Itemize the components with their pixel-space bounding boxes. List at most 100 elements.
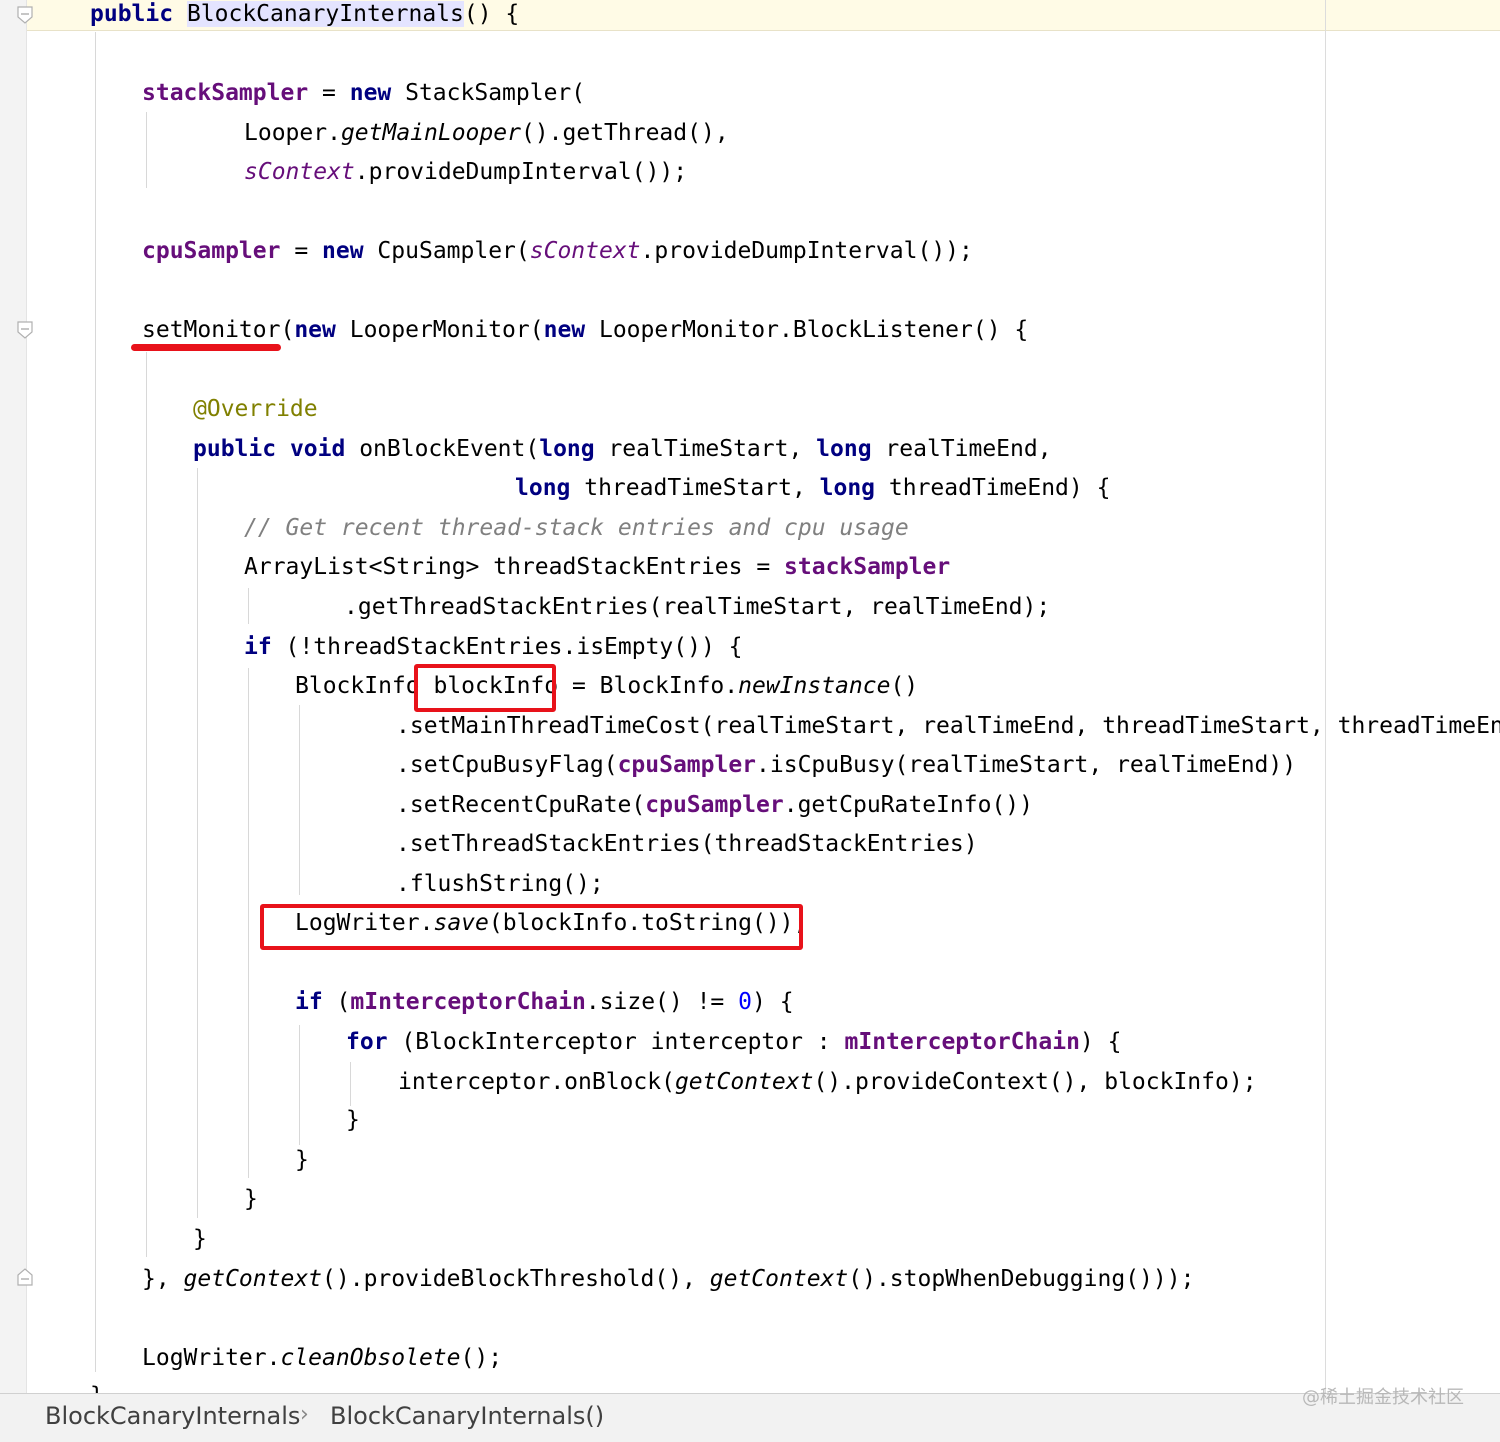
- keyword: if: [295, 989, 323, 1015]
- code-text: .getThreadStackEntries(realTimeStart, re…: [344, 594, 1051, 620]
- code-text: (: [322, 989, 351, 1015]
- code-text: realTimeEnd,: [871, 436, 1052, 462]
- code-line-close-brace: }: [244, 1181, 258, 1217]
- indent-guide: [146, 352, 147, 1257]
- code-text: = BlockInfo.: [558, 673, 739, 699]
- code-line: interceptor.onBlock(getContext().provide…: [398, 1064, 1257, 1100]
- code-text: Looper.: [244, 120, 341, 146]
- code-line: .flushString();: [396, 866, 604, 902]
- code-text: .setThreadStackEntries(threadStackEntrie…: [396, 831, 978, 857]
- code-text: ().getThread(),: [520, 120, 729, 146]
- method-call: getContext: [674, 1069, 814, 1095]
- fold-marker-icon[interactable]: [16, 321, 34, 339]
- indent-guide: [350, 1062, 351, 1106]
- code-text: ().provideContext(), blockInfo);: [813, 1069, 1257, 1095]
- code-line: for (BlockInterceptor interceptor : mInt…: [346, 1024, 1121, 1060]
- field-ref: mInterceptorChain: [844, 1029, 1080, 1055]
- code-text: threadTimeEnd) {: [875, 475, 1111, 501]
- code-text: ) {: [1079, 1029, 1122, 1055]
- method-call: getContext: [709, 1266, 849, 1292]
- code-text: .setRecentCpuRate(: [396, 792, 646, 818]
- code-line: .setRecentCpuRate(cpuSampler.getCpuRateI…: [396, 787, 1033, 823]
- code-text: }: [244, 1186, 258, 1212]
- code-text: ArrayList<String> threadStackEntries =: [244, 554, 785, 580]
- code-line: .setMainThreadTimeCost(realTimeStart, re…: [396, 708, 1500, 744]
- keyword: public: [90, 1, 187, 27]
- code-text: }: [193, 1226, 207, 1252]
- code-line-blockinfo: BlockInfo blockInfo = BlockInfo.newInsta…: [295, 668, 918, 704]
- code-line: cpuSampler = new CpuSampler(sContext.pro…: [142, 233, 973, 269]
- code-text: LogWriter.: [142, 1345, 281, 1371]
- code-text: LooperMonitor.BlockListener() {: [585, 317, 1029, 343]
- code-line: ArrayList<String> threadStackEntries = s…: [244, 549, 950, 585]
- code-text: }: [295, 1147, 309, 1173]
- watermark: @稀土掘金技术社区: [1302, 1387, 1464, 1408]
- code-line: .setThreadStackEntries(threadStackEntrie…: [396, 826, 978, 862]
- breadcrumb: BlockCanaryInternals › BlockCanaryIntern…: [0, 1393, 1500, 1442]
- field-ref: mInterceptorChain: [350, 989, 586, 1015]
- static-field-ref: sContext: [529, 238, 641, 264]
- static-field-ref: sContext: [244, 159, 355, 185]
- red-box-annotation: [414, 664, 556, 712]
- field-ref: cpuSampler: [617, 752, 757, 778]
- right-margin-guide: [1325, 0, 1326, 1393]
- code-text: () {: [463, 1, 520, 27]
- annotation: @Override: [193, 396, 318, 422]
- keyword: if: [244, 634, 272, 660]
- code-text: onBlockEvent(: [345, 436, 540, 462]
- code-text: threadTimeStart,: [570, 475, 820, 501]
- indent-guide: [146, 112, 147, 188]
- indent-guide: [248, 588, 249, 624]
- static-method: newInstance: [738, 673, 891, 699]
- code-line: sContext.provideDumpInterval());: [244, 154, 687, 190]
- static-method: getMainLooper: [340, 120, 521, 146]
- code-text: .flushString();: [396, 871, 604, 897]
- keyword: new: [349, 80, 392, 106]
- method-call: getContext: [183, 1266, 323, 1292]
- code-text: .provideDumpInterval());: [354, 159, 688, 185]
- code-text: LooperMonitor(: [335, 317, 544, 343]
- red-underline-annotation: [131, 344, 281, 351]
- code-line-set-monitor: setMonitor(new LooperMonitor(new LooperM…: [142, 312, 1028, 348]
- field-ref: stackSampler: [142, 80, 309, 106]
- code-text: ().stopWhenDebugging()));: [848, 1266, 1195, 1292]
- code-text: (): [890, 673, 919, 699]
- fold-end-marker-icon[interactable]: [16, 1268, 34, 1286]
- indent-guide: [95, 32, 96, 1372]
- code-line: Looper.getMainLooper().getThread(),: [244, 115, 729, 151]
- keyword: void: [289, 436, 346, 462]
- keyword: long: [816, 436, 872, 462]
- keyword: long: [539, 436, 595, 462]
- number-literal: 0: [738, 989, 752, 1015]
- code-text: interceptor.onBlock(: [398, 1069, 675, 1095]
- code-text: =: [308, 80, 350, 106]
- indent-guide: [248, 668, 249, 1178]
- code-line-close-brace: }: [193, 1221, 207, 1257]
- red-box-annotation: [260, 904, 803, 950]
- code-text: .size() !=: [585, 989, 739, 1015]
- code-text: ) {: [752, 989, 794, 1015]
- code-editor[interactable]: public BlockCanaryInternals() { stackSam…: [0, 0, 1500, 1393]
- keyword: long: [819, 475, 876, 501]
- code-text: realTimeStart,: [594, 436, 817, 462]
- code-line: if (mInterceptorChain.size() != 0) {: [295, 984, 794, 1020]
- code-line-constructor-header: public BlockCanaryInternals() {: [90, 0, 519, 32]
- keyword: new: [543, 317, 586, 343]
- field-ref: cpuSampler: [645, 792, 784, 818]
- breadcrumb-method[interactable]: BlockCanaryInternals(): [330, 1402, 604, 1430]
- code-text: .setMainThreadTimeCost(realTimeStart, re…: [396, 713, 1500, 739]
- breadcrumb-class[interactable]: BlockCanaryInternals: [45, 1402, 300, 1430]
- indent-guide: [197, 468, 198, 1218]
- code-line: @Override: [193, 391, 318, 427]
- code-text: .getCpuRateInfo()): [783, 792, 1033, 818]
- code-text: CpuSampler(: [363, 238, 530, 264]
- code-text: }: [346, 1107, 360, 1133]
- keyword: new: [322, 238, 364, 264]
- code-text: }: [90, 1383, 104, 1393]
- keyword: new: [294, 317, 336, 343]
- editor-gutter: [0, 0, 27, 1393]
- fold-marker-icon[interactable]: [16, 6, 34, 24]
- code-line: }, getContext().provideBlockThreshold(),…: [142, 1261, 1194, 1297]
- code-text: .setCpuBusyFlag(: [396, 752, 618, 778]
- code-text: (!threadStackEntries.isEmpty()) {: [271, 634, 743, 660]
